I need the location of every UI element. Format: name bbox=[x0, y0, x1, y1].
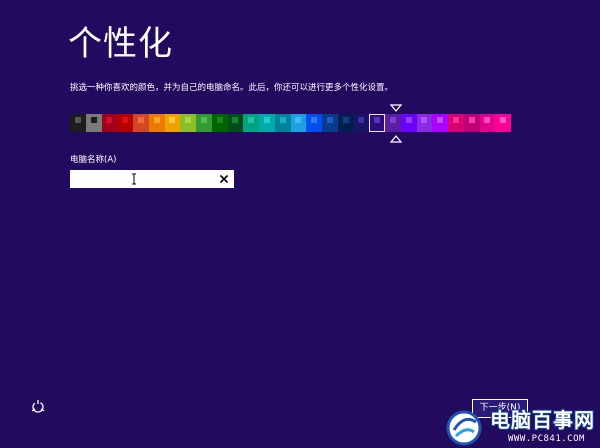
color-swatch-tile bbox=[137, 117, 144, 123]
color-swatch[interactable] bbox=[416, 114, 433, 132]
color-swatch-tile bbox=[437, 117, 444, 123]
color-swatch[interactable] bbox=[133, 114, 149, 132]
color-swatch[interactable] bbox=[101, 114, 118, 132]
color-swatch-tile bbox=[248, 117, 255, 123]
color-swatch[interactable] bbox=[432, 114, 448, 132]
page-title: 个性化 bbox=[68, 24, 173, 64]
color-swatch-tile bbox=[295, 117, 302, 123]
pc-name-field[interactable] bbox=[70, 170, 234, 192]
color-swatch-tile bbox=[90, 117, 97, 123]
selected-color-marker-top-icon bbox=[390, 104, 402, 112]
color-swatch-tile bbox=[169, 117, 176, 123]
color-palette[interactable] bbox=[70, 114, 511, 132]
color-swatch[interactable] bbox=[274, 114, 291, 132]
watermark-url: WWW.PC841.COM bbox=[508, 434, 585, 444]
color-swatch[interactable] bbox=[85, 114, 102, 132]
color-swatch[interactable] bbox=[400, 114, 417, 132]
pc-name-label: 电脑名称(A) bbox=[70, 155, 117, 165]
color-swatch[interactable] bbox=[243, 114, 259, 132]
color-swatch[interactable] bbox=[227, 114, 244, 132]
color-swatch-tile bbox=[232, 117, 239, 123]
color-swatch[interactable] bbox=[448, 114, 464, 132]
color-swatch[interactable] bbox=[164, 114, 181, 132]
color-swatch-tile bbox=[452, 117, 459, 123]
color-swatch-tile bbox=[389, 117, 396, 123]
color-swatch-tile bbox=[106, 117, 113, 123]
color-swatch-tile bbox=[311, 117, 318, 123]
color-swatch-tile bbox=[74, 117, 81, 123]
color-swatch[interactable] bbox=[180, 114, 196, 132]
watermark: 电脑百事网 WWW.PC841.COM bbox=[444, 406, 600, 448]
color-swatch-tile bbox=[279, 117, 286, 123]
color-swatch-tile bbox=[374, 117, 381, 123]
watermark-logo-icon bbox=[446, 410, 482, 446]
color-swatch[interactable] bbox=[306, 114, 322, 132]
color-swatch[interactable] bbox=[148, 114, 165, 132]
color-swatch[interactable] bbox=[495, 114, 511, 132]
color-swatch-tile bbox=[216, 117, 223, 123]
color-swatch-tile bbox=[421, 117, 428, 123]
text-cursor-icon bbox=[132, 173, 136, 185]
color-swatch[interactable] bbox=[337, 114, 354, 132]
color-swatch[interactable] bbox=[211, 114, 228, 132]
watermark-title: 电脑百事网 bbox=[490, 408, 595, 432]
color-swatch-tile bbox=[326, 117, 333, 123]
pc-name-input[interactable] bbox=[71, 175, 211, 192]
color-swatch-tile bbox=[468, 117, 475, 123]
color-swatch[interactable] bbox=[385, 114, 401, 132]
selected-color-marker-bottom-icon bbox=[390, 135, 402, 143]
color-swatch-tile bbox=[484, 117, 491, 123]
color-swatch-tile bbox=[153, 117, 160, 123]
color-swatch[interactable] bbox=[463, 114, 480, 132]
color-swatch[interactable] bbox=[353, 114, 370, 132]
page-description: 挑选一种你喜欢的颜色，并为自己的电脑命名。此后，你还可以进行更多个性化设置。 bbox=[70, 83, 394, 93]
color-swatch[interactable] bbox=[196, 114, 212, 132]
color-swatch-tile bbox=[200, 117, 207, 123]
color-swatch[interactable] bbox=[290, 114, 307, 132]
color-swatch[interactable] bbox=[369, 114, 385, 132]
color-swatch[interactable] bbox=[322, 114, 338, 132]
color-swatch-tile bbox=[405, 117, 412, 123]
color-swatch-tile bbox=[185, 117, 192, 123]
color-swatch[interactable] bbox=[70, 114, 86, 132]
color-swatch-tile bbox=[263, 117, 270, 123]
color-swatch[interactable] bbox=[479, 114, 496, 132]
close-icon[interactable] bbox=[219, 174, 229, 184]
color-swatch[interactable] bbox=[117, 114, 133, 132]
color-swatch-tile bbox=[358, 117, 365, 123]
ease-of-access-icon[interactable] bbox=[30, 399, 46, 415]
color-swatch[interactable] bbox=[259, 114, 275, 132]
color-swatch-tile bbox=[500, 117, 507, 123]
color-swatch-tile bbox=[342, 117, 349, 123]
color-swatch-tile bbox=[122, 117, 129, 123]
